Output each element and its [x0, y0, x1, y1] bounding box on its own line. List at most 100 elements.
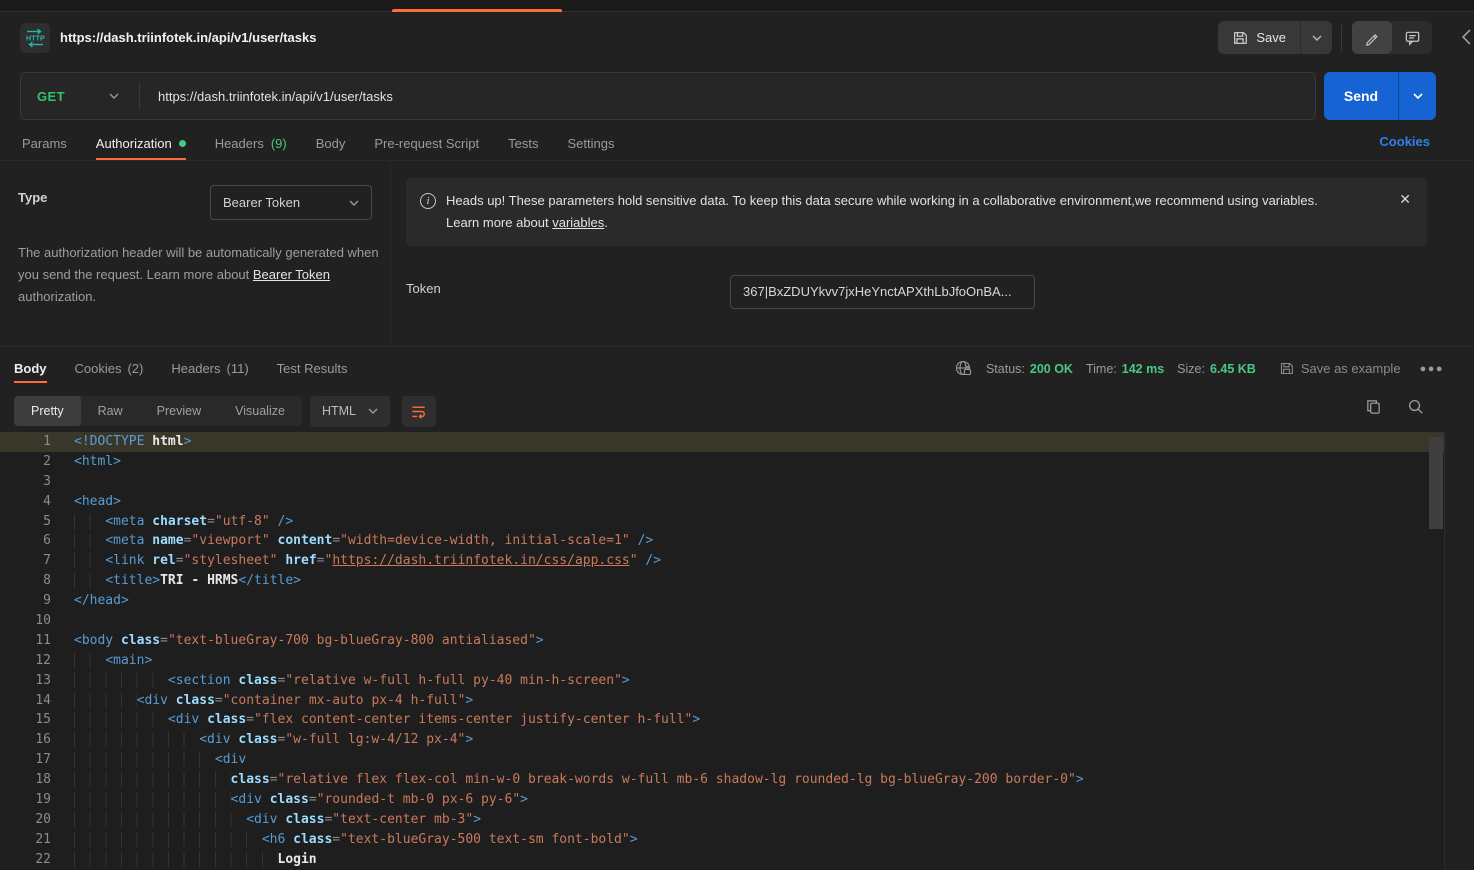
method-selector[interactable]: GET [21, 89, 125, 104]
tab-label: Test Results [277, 361, 348, 376]
tab-headers[interactable]: Headers(9) [215, 126, 287, 160]
response-body-code[interactable]: 1<!DOCTYPE html>2<html>34<head>5 <meta c… [0, 432, 1445, 870]
response-time-value: 142 ms [1122, 362, 1164, 376]
more-options-button[interactable]: ●●● [1420, 363, 1444, 375]
tab-label: Headers [215, 136, 264, 151]
code-line[interactable]: 5 <meta charset="utf-8" /> [0, 512, 1444, 532]
tab-label: Headers [171, 361, 220, 376]
wrap-text-button[interactable] [402, 396, 436, 427]
banner-text: Heads up! These parameters hold sensitiv… [446, 190, 1318, 234]
line-number: 5 [0, 512, 51, 532]
save-button[interactable]: Save [1218, 21, 1300, 54]
code-line[interactable]: 13 <section class="relative w-full h-ful… [0, 671, 1444, 691]
code-line[interactable]: 21 <h6 class="text-blueGray-500 text-sm … [0, 830, 1444, 850]
code-text: <title>TRI - HRMS</title> [51, 571, 301, 591]
code-text: <div class="w-full lg:w-4/12 px-4"> [51, 730, 473, 750]
code-line[interactable]: 12 <main> [0, 651, 1444, 671]
code-text: <div class="rounded-t mb-0 px-6 py-6"> [51, 790, 528, 810]
view-tab-raw[interactable]: Raw [81, 396, 140, 426]
line-number: 19 [0, 790, 51, 810]
variables-link[interactable]: variables [552, 215, 604, 230]
line-number: 11 [0, 631, 51, 651]
code-line[interactable]: 22 Login [0, 850, 1444, 870]
response-tab-cookies[interactable]: Cookies(2) [75, 349, 144, 389]
cookies-link[interactable]: Cookies [1379, 134, 1430, 149]
code-line[interactable]: 16 <div class="w-full lg:w-4/12 px-4"> [0, 730, 1444, 750]
token-input[interactable]: 367|BxZDUYkvv7jxHeYnctAPXthLbJfoOnBA... [730, 275, 1035, 309]
code-line[interactable]: 20 <div class="text-center mb-3"> [0, 810, 1444, 830]
code-line[interactable]: 14 <div class="container mx-auto px-4 h-… [0, 691, 1444, 711]
send-button[interactable]: Send [1324, 72, 1398, 120]
bearer-token-link[interactable]: Bearer Token [253, 267, 330, 282]
collapse-panel-chevron[interactable] [1462, 29, 1471, 45]
code-line[interactable]: 18 class="relative flex flex-col min-w-0… [0, 770, 1444, 790]
wrap-text-icon [410, 403, 427, 420]
indent-guides [74, 673, 168, 688]
http-icon: HTTP [24, 27, 46, 49]
copy-button[interactable] [1365, 398, 1382, 415]
format-select[interactable]: HTML [310, 396, 390, 427]
line-number: 22 [0, 850, 51, 870]
code-line[interactable]: 11<body class="text-blueGray-700 bg-blue… [0, 631, 1444, 651]
tab-count: (11) [227, 361, 249, 376]
line-number: 7 [0, 551, 51, 571]
code-line[interactable]: 19 <div class="rounded-t mb-0 px-6 py-6"… [0, 790, 1444, 810]
request-title: https://dash.triinfotek.in/api/v1/user/t… [60, 30, 316, 45]
code-line[interactable]: 3 [0, 472, 1444, 492]
response-tab-body[interactable]: Body [14, 349, 47, 389]
save-as-example-button[interactable]: Save as example [1279, 361, 1401, 376]
save-button-label: Save [1256, 30, 1286, 45]
code-text: <section class="relative w-full h-full p… [51, 671, 630, 691]
code-line[interactable]: 15 <div class="flex content-center items… [0, 710, 1444, 730]
tab-body[interactable]: Body [316, 126, 346, 160]
tab-settings[interactable]: Settings [567, 126, 614, 160]
send-options-chevron-button[interactable] [1398, 72, 1436, 120]
chevron-left-icon [1462, 29, 1471, 45]
code-line[interactable]: 8 <title>TRI - HRMS</title> [0, 571, 1444, 591]
tab-label: Tests [508, 136, 538, 151]
line-number: 13 [0, 671, 51, 691]
code-line[interactable]: 17 <div [0, 750, 1444, 770]
tab-pre-request-script[interactable]: Pre-request Script [374, 126, 479, 160]
tab-authorization[interactable]: Authorization [96, 126, 186, 160]
auth-type-value: Bearer Token [223, 195, 300, 210]
search-button[interactable] [1407, 398, 1424, 415]
indent-guides [74, 514, 105, 529]
view-tab-visualize[interactable]: Visualize [218, 396, 302, 426]
code-line[interactable]: 2<html> [0, 452, 1444, 472]
code-line[interactable]: 4<head> [0, 492, 1444, 512]
send-button-group: Send [1324, 72, 1436, 120]
comments-button[interactable] [1392, 21, 1432, 54]
auth-type-label: Type [18, 190, 47, 205]
edit-documentation-button[interactable] [1352, 21, 1392, 54]
response-tab-headers[interactable]: Headers (11) [171, 349, 248, 389]
view-tab-preview[interactable]: Preview [140, 396, 218, 426]
banner-close-icon[interactable]: ✕ [1399, 191, 1411, 208]
response-size: Size:6.45 KB [1177, 362, 1256, 376]
view-tab-pretty[interactable]: Pretty [14, 396, 81, 426]
code-line[interactable]: 7 <link rel="stylesheet" href="https://d… [0, 551, 1444, 571]
url-input[interactable]: https://dash.triinfotek.in/api/v1/user/t… [140, 89, 1315, 104]
line-number: 12 [0, 651, 51, 671]
indent-guides [74, 653, 105, 668]
code-line[interactable]: 6 <meta name="viewport" content="width=d… [0, 531, 1444, 551]
indent-guides [74, 732, 199, 747]
save-options-chevron-button[interactable] [1300, 21, 1332, 54]
window-top-strip [0, 0, 1474, 12]
response-status: Status:200 OK [986, 362, 1073, 376]
code-line[interactable]: 9</head> [0, 591, 1444, 611]
indent-guides [74, 712, 168, 727]
tab-label: Pre-request Script [374, 136, 479, 151]
response-tab-test-results[interactable]: Test Results [277, 349, 348, 389]
response-view-bar: PrettyRawPreviewVisualize HTML [0, 390, 1474, 432]
code-line[interactable]: 1<!DOCTYPE html> [0, 432, 1444, 452]
tab-label: Body [316, 136, 346, 151]
code-text: <!DOCTYPE html> [51, 432, 191, 452]
auth-type-select[interactable]: Bearer Token [210, 185, 372, 220]
header-divider [1341, 25, 1342, 51]
tab-tests[interactable]: Tests [508, 126, 538, 160]
scrollbar-thumb[interactable] [1429, 437, 1443, 529]
tab-params[interactable]: Params [22, 126, 67, 160]
code-line[interactable]: 10 [0, 611, 1444, 631]
indent-guides [74, 812, 246, 827]
